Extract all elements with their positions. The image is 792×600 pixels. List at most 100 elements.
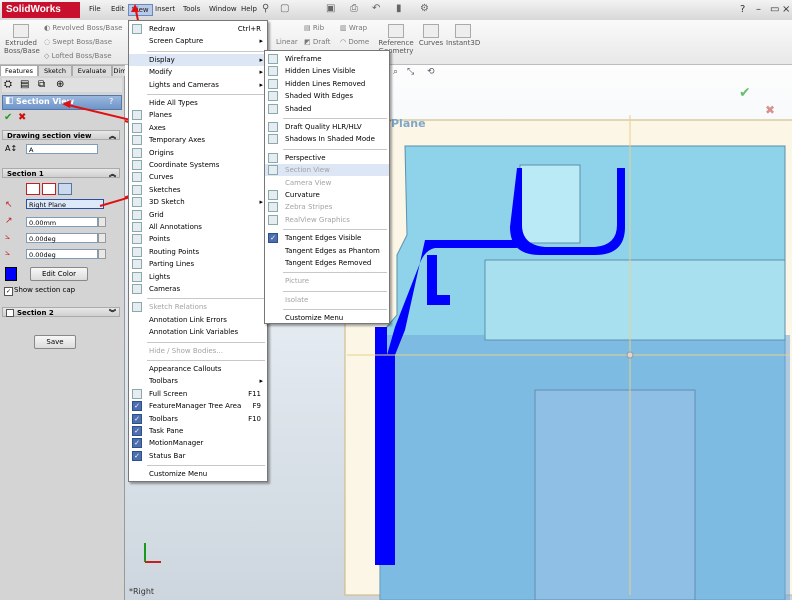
extruded-boss-button[interactable]: Extruded Boss/Base: [4, 24, 40, 55]
lofted-boss-button[interactable]: ◇ Lofted Boss/Base: [44, 52, 112, 60]
menu-item-perspective[interactable]: Perspective: [265, 152, 389, 164]
menu-item-customize-menu[interactable]: Customize Menu: [129, 468, 267, 480]
menu-item-planes[interactable]: Planes: [129, 109, 267, 121]
save-button[interactable]: Save: [34, 335, 76, 349]
menu-item-redraw[interactable]: Redraw Ctrl+R: [129, 23, 267, 35]
print-icon[interactable]: ⎙: [350, 3, 358, 14]
section2-checkbox[interactable]: [6, 309, 14, 317]
menu-item-camera-view[interactable]: Camera View: [265, 177, 389, 189]
new-document-icon[interactable]: ▢: [280, 3, 289, 14]
revolved-boss-button[interactable]: ◐ Revolved Boss/Base: [44, 24, 122, 32]
menu-item-parting-lines[interactable]: Parting Lines: [129, 258, 267, 270]
menu-item-motionmanager[interactable]: ✓ MotionManager: [129, 437, 267, 449]
menu-item-all-annotations[interactable]: All Annotations: [129, 221, 267, 233]
right-plane-button[interactable]: [58, 183, 72, 195]
angle-x-field[interactable]: 0.00deg: [26, 233, 98, 243]
restore-icon[interactable]: ▭: [770, 4, 779, 15]
confirmation-cancel-icon[interactable]: ✖: [765, 103, 775, 117]
configurationmanager-icon[interactable]: ⧉: [38, 79, 45, 90]
menu-item-temporary-axes[interactable]: Temporary Axes: [129, 134, 267, 146]
options-icon[interactable]: ⚙: [420, 3, 429, 14]
menu-item-origins[interactable]: Origins: [129, 147, 267, 159]
solidworks-logo[interactable]: SolidWorks: [2, 2, 80, 18]
featuremanager-icon[interactable]: ⛭: [4, 79, 12, 90]
angle-x-spinner[interactable]: [98, 233, 106, 243]
menu-item-toolbars[interactable]: Toolbars ▸: [129, 375, 267, 387]
undo-icon[interactable]: ↶: [372, 3, 380, 14]
menu-item-annotation-link-errors[interactable]: Annotation Link Errors: [129, 314, 267, 326]
menu-item-hide-show-bodies[interactable]: Hide / Show Bodies...: [129, 345, 267, 357]
swept-boss-button[interactable]: ◌ Swept Boss/Base: [44, 38, 112, 46]
drawing-section-view-group[interactable]: Drawing section view ︽: [2, 130, 120, 140]
rebuild-icon[interactable]: ▮: [396, 3, 402, 14]
pin-icon[interactable]: ⚲: [262, 3, 269, 14]
section1-group[interactable]: Section 1 ︽: [2, 168, 120, 178]
menu-item-toolbars[interactable]: ✓ Toolbars F10: [129, 413, 267, 425]
menu-item-shaded[interactable]: Shaded: [265, 103, 389, 115]
offset-spinner[interactable]: [98, 217, 106, 227]
menu-item-display[interactable]: Display ▸: [129, 53, 267, 66]
menu-item-curvature[interactable]: Curvature: [265, 189, 389, 201]
menu-item-wireframe[interactable]: Wireframe: [265, 53, 389, 65]
menu-item-points[interactable]: Points: [129, 233, 267, 245]
section-plane-field[interactable]: Right Plane: [26, 199, 104, 209]
menu-help[interactable]: Help: [238, 4, 260, 14]
menu-window[interactable]: Window: [206, 4, 240, 14]
menu-item-tangent-edges-removed[interactable]: Tangent Edges Removed: [265, 257, 389, 269]
angle-y-field[interactable]: 0.00deg: [26, 249, 98, 259]
menu-item-3d-sketch[interactable]: 3D Sketch ▸: [129, 196, 267, 208]
menu-item-draft-quality-hlr-hlv[interactable]: Draft Quality HLR/HLV: [265, 121, 389, 133]
menu-item-picture[interactable]: Picture: [265, 275, 389, 287]
menu-item-task-pane[interactable]: ✓ Task Pane: [129, 425, 267, 437]
menu-item-tangent-edges-visible[interactable]: ✓ Tangent Edges Visible: [265, 232, 389, 244]
menu-item-customize-menu[interactable]: Customize Menu: [265, 312, 389, 324]
menu-edit[interactable]: Edit: [108, 4, 128, 14]
menu-item-axes[interactable]: Axes: [129, 122, 267, 134]
collapse-icon[interactable]: ︽: [109, 131, 116, 141]
menu-item-curves[interactable]: Curves: [129, 171, 267, 183]
collapse-icon[interactable]: ︽: [109, 169, 116, 179]
menu-item-appearance-callouts[interactable]: Appearance Callouts: [129, 363, 267, 375]
close-icon[interactable]: ×: [782, 4, 790, 15]
dome-button[interactable]: ◠ Dome: [340, 38, 369, 46]
menu-item-shadows-in-shaded-mode[interactable]: Shadows In Shaded Mode: [265, 133, 389, 145]
wrap-button[interactable]: ▥ Wrap: [340, 24, 367, 32]
menu-item-zebra-stripes[interactable]: Zebra Stripes: [265, 201, 389, 213]
menu-item-modify[interactable]: Modify ▸: [129, 66, 267, 78]
linear-pattern-button[interactable]: Linear: [276, 38, 298, 46]
menu-item-grid[interactable]: Grid: [129, 209, 267, 221]
help-icon[interactable]: ?: [109, 97, 113, 106]
expand-icon[interactable]: ︾: [109, 308, 116, 318]
menu-insert[interactable]: Insert: [152, 4, 178, 14]
menu-item-featuremanager-tree-area[interactable]: ✓ FeatureManager Tree Area F9: [129, 400, 267, 412]
menu-item-routing-points[interactable]: Routing Points: [129, 246, 267, 258]
confirmation-ok-icon[interactable]: ✔: [739, 85, 751, 101]
zoom-area-icon[interactable]: ⤡: [407, 67, 414, 77]
help-arrow-icon[interactable]: ?: [740, 4, 745, 15]
draft-button[interactable]: ◩ Draft: [304, 38, 331, 46]
edit-color-button[interactable]: Edit Color: [30, 267, 88, 281]
offset-distance-field[interactable]: 0.00mm: [26, 217, 98, 227]
menu-tools[interactable]: Tools: [180, 4, 203, 14]
cancel-x-icon[interactable]: ✖: [18, 112, 26, 123]
menu-item-tangent-edges-as-phantom[interactable]: Tangent Edges as Phantom: [265, 245, 389, 257]
rib-button[interactable]: ▤ Rib: [304, 24, 324, 32]
menu-item-hidden-lines-removed[interactable]: Hidden Lines Removed: [265, 78, 389, 90]
menu-item-sketch-relations[interactable]: Sketch Relations: [129, 301, 267, 313]
menu-item-lights-and-cameras[interactable]: Lights and Cameras ▸: [129, 79, 267, 91]
menu-item-sketches[interactable]: Sketches: [129, 184, 267, 196]
previous-view-icon[interactable]: ⟲: [427, 67, 435, 77]
menu-item-isolate[interactable]: Isolate: [265, 294, 389, 306]
show-section-cap-checkbox[interactable]: ✓: [4, 287, 13, 296]
section-name-field[interactable]: A: [26, 144, 98, 154]
tab-features[interactable]: Features: [0, 65, 38, 76]
propertymanager-icon[interactable]: ▤: [20, 79, 29, 90]
menu-item-realview-graphics[interactable]: RealView Graphics: [265, 214, 389, 226]
menu-item-annotation-link-variables[interactable]: Annotation Link Variables: [129, 326, 267, 338]
menu-item-full-screen[interactable]: Full Screen F11: [129, 388, 267, 400]
menu-item-hide-all-types[interactable]: Hide All Types: [129, 97, 267, 109]
section2-group[interactable]: Section 2 ︾: [2, 307, 120, 317]
dimxpertmanager-icon[interactable]: ⊕: [56, 79, 64, 90]
ok-check-icon[interactable]: ✔: [4, 112, 12, 123]
menu-item-hidden-lines-visible[interactable]: Hidden Lines Visible: [265, 65, 389, 77]
